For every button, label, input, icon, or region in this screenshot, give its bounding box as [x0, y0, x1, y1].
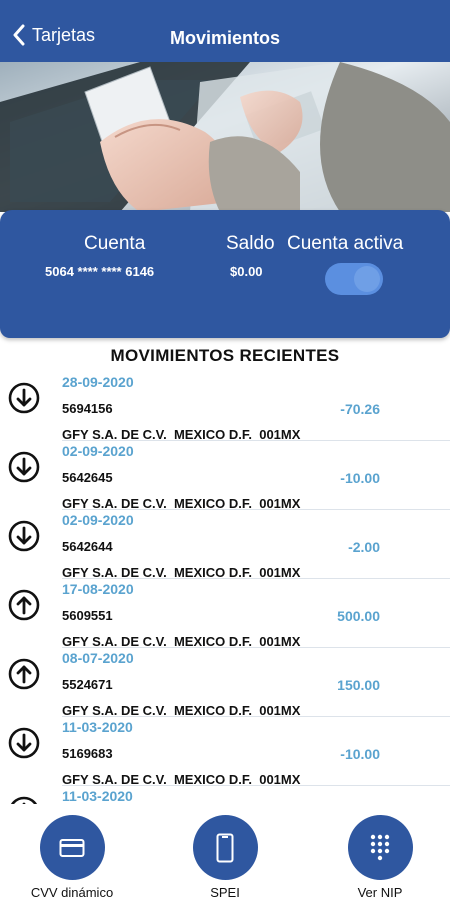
transaction-amount: 500.00 [337, 608, 380, 624]
transaction-amount: 150.00 [337, 677, 380, 693]
page-title: Movimientos [169, 28, 280, 48]
spei-button[interactable]: SPEI [165, 805, 285, 900]
saldo-label: Saldo [226, 233, 275, 254]
nip-circle [347, 815, 413, 880]
transaction-date: 02-09-2020 [62, 443, 134, 459]
spei-circle [192, 815, 258, 880]
arrow-down-circle-icon [8, 451, 40, 483]
cuenta-activa-label: Cuenta activa [287, 233, 404, 254]
cvv-label: CVV dinámico [30, 885, 114, 900]
bottom-action-bar: CVV dinámico SPEI Ver NIP [0, 805, 450, 900]
transaction-row[interactable]: 08-07-2020 5524671 150.00 GFY S.A. DE C.V. … [0, 648, 450, 718]
transaction-date: 11-03-2020 [62, 719, 133, 735]
transaction-reference: 5169683 [62, 746, 113, 761]
transaction-reference: 5642645 [62, 470, 113, 485]
top-nav-bar: Tarjetas Movimientos [0, 0, 450, 62]
transaction-reference: 5609551 [62, 608, 113, 623]
spei-label: SPEI [210, 885, 240, 900]
cuenta-activa-toggle[interactable] [325, 263, 383, 295]
transaction-row[interactable]: 28-09-2020 5694156 -70.26 GFY S.A. DE C.V. … [0, 372, 450, 442]
cvv-dinamico-button[interactable]: CVV dinámico [12, 805, 132, 900]
saldo-value: $0.00 [230, 264, 263, 279]
arrow-down-circle-icon [8, 727, 40, 759]
transaction-amount: -70.26 [340, 401, 380, 417]
arrow-up-circle-icon [8, 658, 40, 690]
transaction-reference: 5694156 [62, 401, 113, 416]
transaction-date: 28-09-2020 [62, 374, 134, 390]
arrow-down-circle-icon [8, 382, 40, 414]
toggle-knob [354, 266, 380, 292]
arrow-up-circle-icon [8, 589, 40, 621]
arrow-down-circle-icon [10, 796, 38, 804]
ver-nip-label: Ver NIP [357, 885, 403, 900]
section-title: MOVIMIENTOS RECIENTES [110, 346, 340, 365]
transaction-row[interactable]: 02-09-2020 5642644 -2.00 GFY S.A. DE C.V. M… [0, 510, 450, 580]
transactions-list[interactable]: 28-09-2020 5694156 -70.26 GFY S.A. DE C.V. … [0, 372, 450, 804]
transaction-row[interactable]: 17-08-2020 5609551 500.00 GFY S.A. DE C.V. … [0, 579, 450, 649]
hero-image [0, 62, 450, 212]
transaction-row[interactable]: 11-03-2020 [0, 786, 450, 804]
transaction-date: 11-03-2020 [62, 788, 133, 804]
transaction-reference: 5642644 [62, 539, 113, 554]
transaction-row[interactable]: 11-03-2020 5169683 -10.00 GFY S.A. DE C.V. … [0, 717, 450, 787]
transaction-date: 17-08-2020 [62, 581, 134, 597]
transaction-amount: -10.00 [340, 746, 380, 762]
ver-nip-button[interactable]: Ver NIP [320, 805, 440, 900]
smartphone-icon [216, 833, 234, 862]
transaction-reference: 5524671 [62, 677, 113, 692]
transaction-amount: -10.00 [340, 470, 380, 486]
cuenta-number: 5064 **** **** 6146 [45, 264, 155, 279]
transaction-row[interactable]: 02-09-2020 5642645 -10.00 GFY S.A. DE C.V. … [0, 441, 450, 511]
cvv-circle [39, 815, 105, 880]
cuenta-label: Cuenta [84, 233, 146, 254]
arrow-down-circle-icon [8, 520, 40, 552]
transaction-amount: -2.00 [348, 539, 380, 555]
credit-card-icon [59, 838, 85, 857]
transaction-date: 02-09-2020 [62, 512, 134, 528]
keypad-icon [370, 834, 390, 860]
transaction-date: 08-07-2020 [62, 650, 134, 666]
